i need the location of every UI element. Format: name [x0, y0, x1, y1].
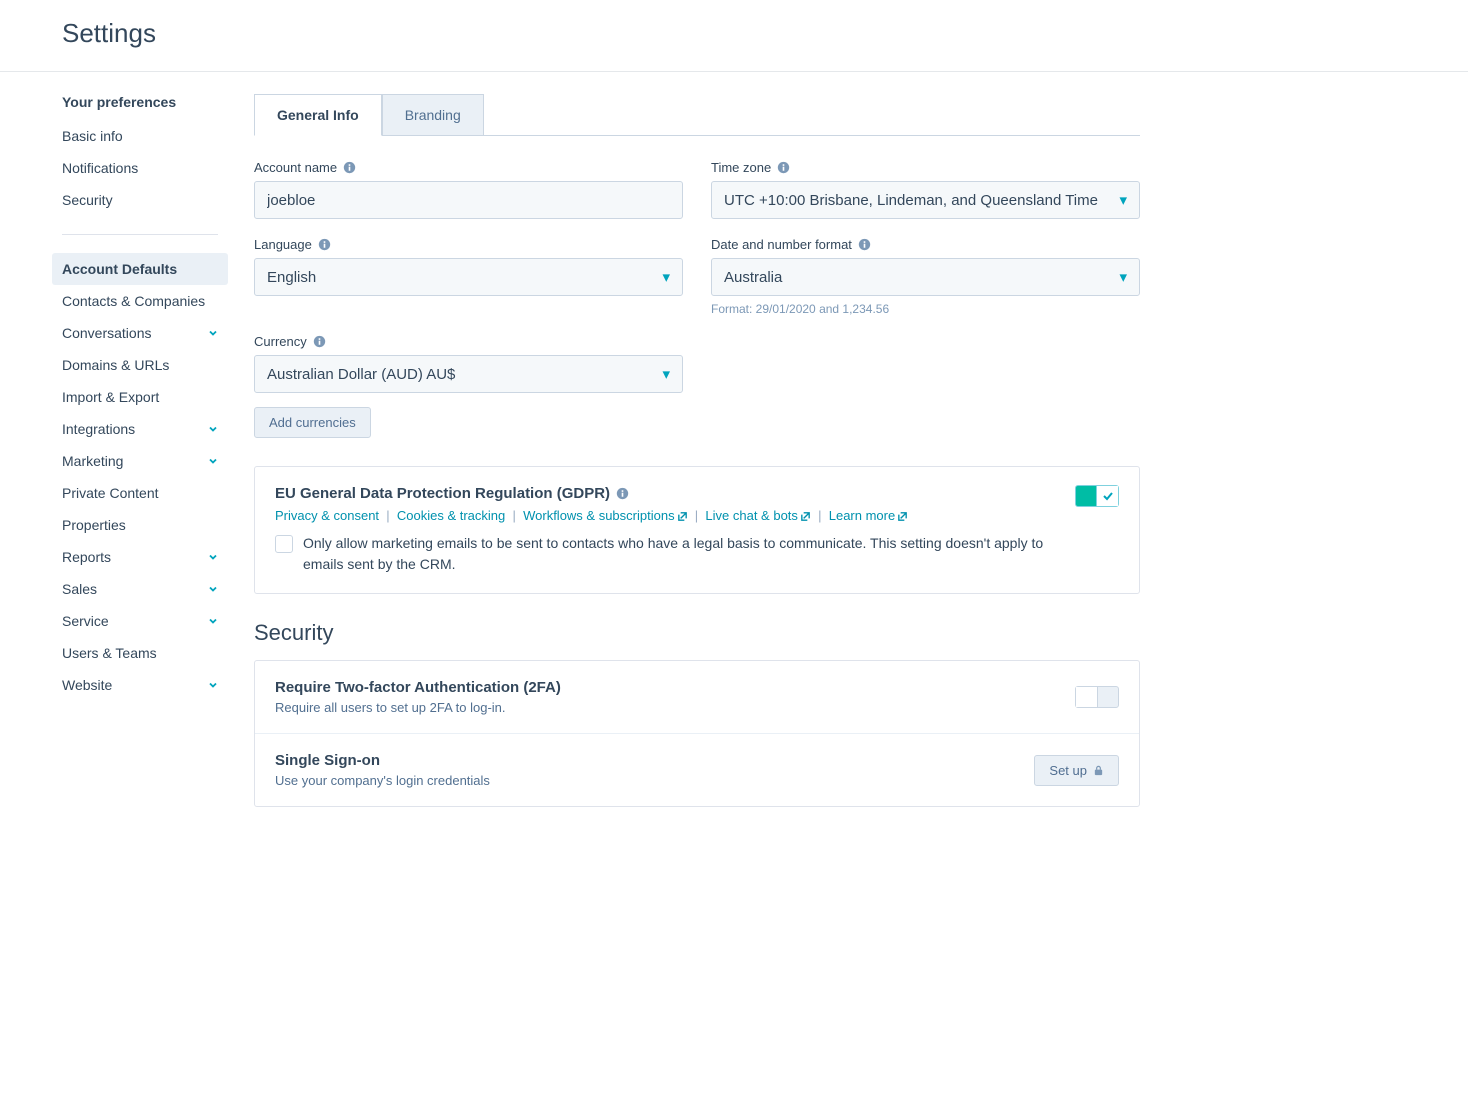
caret-down-icon: ▾: [1119, 268, 1127, 286]
external-link-icon: [897, 511, 908, 522]
page-header: Settings: [0, 0, 1468, 72]
chevron-down-icon: [208, 680, 218, 690]
chevron-down-icon: [208, 328, 218, 338]
field-timezone: Time zone UTC +10:00 Brisbane, Lindeman,…: [711, 160, 1140, 219]
gdpr-panel: EU General Data Protection Regulation (G…: [254, 466, 1140, 594]
chevron-down-icon: [208, 616, 218, 626]
main-content: General InfoBranding Account name Time z…: [240, 72, 1240, 847]
gdpr-legal-basis-checkbox[interactable]: [275, 535, 293, 553]
lock-icon: [1093, 765, 1104, 776]
sidebar-item-marketing[interactable]: Marketing: [52, 445, 228, 477]
gdpr-checkbox-label: Only allow marketing emails to be sent t…: [303, 533, 1055, 575]
chevron-down-icon: [208, 552, 218, 562]
security-panel: Require Two-factor Authentication (2FA) …: [254, 660, 1140, 807]
add-currencies-button[interactable]: Add currencies: [254, 407, 371, 438]
language-select[interactable]: English ▾: [254, 258, 683, 296]
link-learn-more[interactable]: Learn more: [829, 508, 908, 523]
sidebar-item-private-content[interactable]: Private Content: [52, 477, 228, 509]
timezone-select[interactable]: UTC +10:00 Brisbane, Lindeman, and Queen…: [711, 181, 1140, 219]
label-account-name: Account name: [254, 160, 683, 175]
info-icon[interactable]: [858, 238, 871, 251]
chevron-down-icon: [208, 456, 218, 466]
chevron-down-icon: [208, 424, 218, 434]
twofa-desc: Require all users to set up 2FA to log-i…: [275, 700, 561, 715]
twofa-row: Require Two-factor Authentication (2FA) …: [255, 661, 1139, 734]
sso-setup-button[interactable]: Set up: [1034, 755, 1119, 786]
gdpr-title: EU General Data Protection Regulation (G…: [275, 485, 1055, 502]
caret-down-icon: ▾: [1119, 191, 1127, 209]
account-name-input[interactable]: [254, 181, 683, 219]
link-cookies-tracking[interactable]: Cookies & tracking: [397, 508, 505, 523]
date-format-select[interactable]: Australia ▾: [711, 258, 1140, 296]
link-privacy-consent[interactable]: Privacy & consent: [275, 508, 379, 523]
tab-branding[interactable]: Branding: [382, 94, 484, 136]
sidebar-item-security[interactable]: Security: [52, 184, 228, 216]
caret-down-icon: ▾: [662, 268, 670, 286]
tab-general-info[interactable]: General Info: [254, 94, 382, 136]
chevron-down-icon: [208, 584, 218, 594]
sidebar-item-account-defaults[interactable]: Account Defaults: [52, 253, 228, 285]
info-icon[interactable]: [777, 161, 790, 174]
field-currency: Currency Australian Dollar (AUD) AU$ ▾ A…: [254, 334, 683, 438]
sidebar-item-import-export[interactable]: Import & Export: [52, 381, 228, 413]
toggle-knob: [1096, 486, 1118, 506]
date-format-helper: Format: 29/01/2020 and 1,234.56: [711, 302, 1140, 316]
sidebar-item-contacts-companies[interactable]: Contacts & Companies: [52, 285, 228, 317]
info-icon[interactable]: [313, 335, 326, 348]
sso-title: Single Sign-on: [275, 752, 490, 769]
label-timezone: Time zone: [711, 160, 1140, 175]
sidebar: Your preferences Basic infoNotifications…: [0, 72, 240, 847]
sidebar-item-domains-urls[interactable]: Domains & URLs: [52, 349, 228, 381]
field-date-format: Date and number format Australia ▾ Forma…: [711, 237, 1140, 316]
sidebar-item-service[interactable]: Service: [52, 605, 228, 637]
sidebar-item-reports[interactable]: Reports: [52, 541, 228, 573]
sidebar-item-notifications[interactable]: Notifications: [52, 152, 228, 184]
sso-desc: Use your company's login credentials: [275, 773, 490, 788]
external-link-icon: [677, 511, 688, 522]
label-currency: Currency: [254, 334, 683, 349]
twofa-title: Require Two-factor Authentication (2FA): [275, 679, 561, 696]
link-workflows-subscriptions[interactable]: Workflows & subscriptions: [523, 508, 687, 523]
field-account-name: Account name: [254, 160, 683, 219]
info-icon[interactable]: [343, 161, 356, 174]
field-language: Language English ▾: [254, 237, 683, 316]
sidebar-heading-preferences: Your preferences: [52, 94, 228, 120]
gdpr-toggle[interactable]: [1075, 485, 1119, 507]
gdpr-links: Privacy & consent | Cookies & tracking |…: [275, 508, 1055, 523]
sidebar-item-properties[interactable]: Properties: [52, 509, 228, 541]
label-language: Language: [254, 237, 683, 252]
sso-row: Single Sign-on Use your company's login …: [255, 734, 1139, 806]
currency-select[interactable]: Australian Dollar (AUD) AU$ ▾: [254, 355, 683, 393]
sidebar-item-website[interactable]: Website: [52, 669, 228, 701]
info-icon[interactable]: [616, 487, 629, 500]
caret-down-icon: ▾: [662, 365, 670, 383]
sidebar-divider: [62, 234, 218, 235]
external-link-icon: [800, 511, 811, 522]
link-live-chat-bots[interactable]: Live chat & bots: [705, 508, 811, 523]
sidebar-item-users-teams[interactable]: Users & Teams: [52, 637, 228, 669]
page-title: Settings: [62, 18, 1406, 49]
toggle-knob: [1076, 687, 1098, 707]
sidebar-item-conversations[interactable]: Conversations: [52, 317, 228, 349]
sidebar-item-sales[interactable]: Sales: [52, 573, 228, 605]
info-icon[interactable]: [318, 238, 331, 251]
sidebar-item-integrations[interactable]: Integrations: [52, 413, 228, 445]
label-date-format: Date and number format: [711, 237, 1140, 252]
sidebar-item-basic-info[interactable]: Basic info: [52, 120, 228, 152]
tabs: General InfoBranding: [254, 94, 1140, 136]
security-heading: Security: [254, 620, 1140, 646]
twofa-toggle[interactable]: [1075, 686, 1119, 708]
